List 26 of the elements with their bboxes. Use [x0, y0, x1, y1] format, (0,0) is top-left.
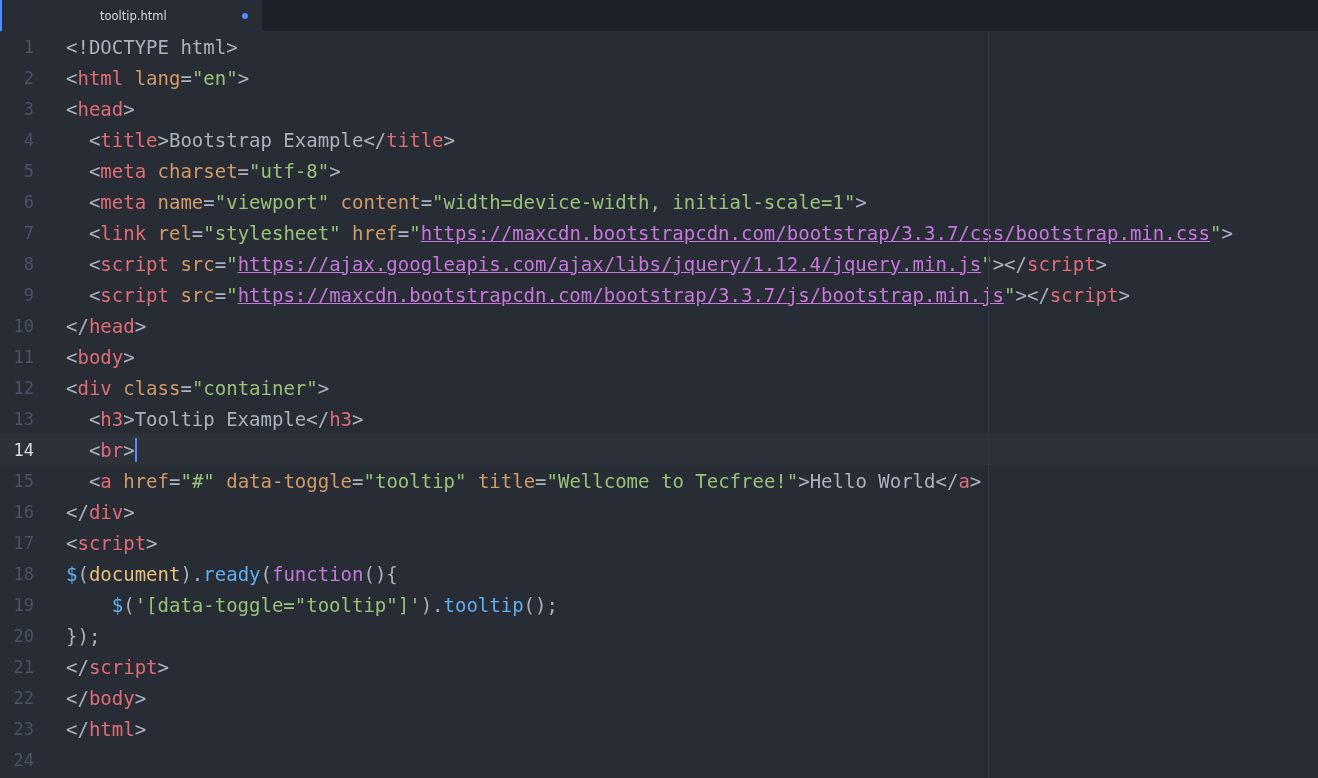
code-line: <html lang="en"> [66, 65, 250, 90]
code-line: <title>Bootstrap Example</title> [87, 127, 455, 152]
code-line: <a href="#" data-toggle="tooltip" title="Wellcome to Tecfree!">Hello World</a> [87, 468, 982, 493]
line-number: 14 [12, 439, 34, 460]
text-cursor [134, 437, 137, 462]
code-line: <script src="https://maxcdn.bootstrapcdn.com/bootstrap/3.3.7/js/bootstrap.min.js"></script> [87, 282, 1130, 307]
code-line: <div class="container"> [66, 375, 330, 400]
code-line: <head> [66, 96, 135, 121]
code-line: $('[data-toggle="tooltip"]').tooltip(); [110, 592, 558, 617]
code-line: </div> [66, 499, 135, 524]
code-line: <h3>Tooltip Example</h3> [87, 406, 364, 431]
code-line: </html> [66, 716, 147, 741]
code-line: <meta name="viewport" content="width=device-width, initial-scale=1"> [87, 189, 867, 214]
code-line: <body> [66, 344, 135, 369]
code-line: </script> [66, 654, 169, 679]
code-line: $(document).ready(function(){ [66, 561, 398, 586]
code-line: <meta charset="utf-8"> [87, 158, 341, 183]
code-line: }); [66, 623, 101, 648]
code-line: <link rel="stylesheet" href="https://maxcdn.bootstrapcdn.com/bootstrap/3.3.7/css/bootstrap.min.css"> [87, 220, 1233, 245]
code-line: </head> [66, 313, 147, 338]
tab-title: tooltip.html [100, 8, 168, 23]
file-tab[interactable]: tooltip.html [0, 0, 262, 31]
code-line: </body> [66, 685, 147, 710]
code-line: <script> [66, 530, 158, 555]
code-line: <br> [87, 437, 135, 462]
code-line: <!DOCTYPE html> [66, 34, 238, 59]
